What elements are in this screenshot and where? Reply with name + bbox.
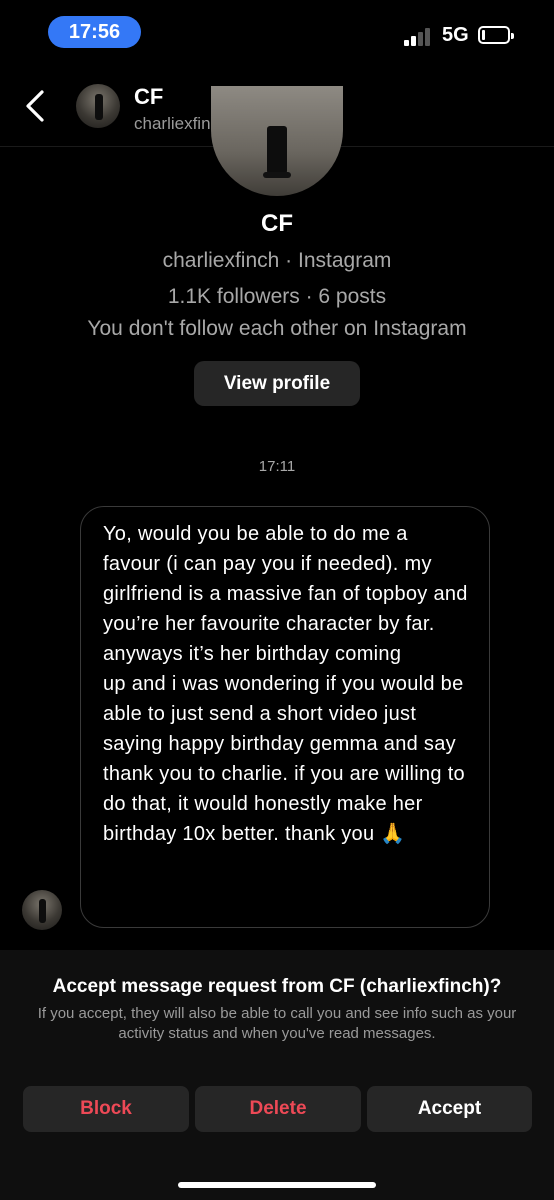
delete-button[interactable]: Delete [195, 1086, 361, 1132]
network-label: 5G [442, 24, 469, 46]
status-bar: 17:56 5G [0, 0, 554, 70]
sender-avatar[interactable] [22, 890, 62, 930]
message-text: Yo, would you be able to do me a favour … [103, 523, 468, 845]
request-title: Accept message request from CF (charliex… [52, 976, 502, 997]
request-description: If you accept, they will also be able to… [37, 1005, 517, 1042]
profile-username-line: charliexfinch · Instagram [162, 249, 392, 272]
accept-button[interactable]: Accept [367, 1086, 532, 1132]
message-bubble[interactable]: Yo, would you be able to do me a favour … [80, 506, 490, 928]
status-time[interactable]: 17:56 [48, 16, 141, 48]
profile-name: CF [261, 210, 293, 237]
profile-follow-status: You don't follow each other on Instagram [87, 317, 467, 340]
profile-stats-line: 1.1K followers · 6 posts [167, 285, 387, 308]
message-timestamp: 17:11 [258, 458, 296, 475]
back-chevron-icon[interactable] [22, 86, 52, 126]
profile-picture[interactable] [211, 86, 343, 196]
avatar[interactable] [76, 84, 120, 128]
battery-icon [478, 26, 514, 44]
header-name[interactable]: CF [134, 84, 163, 110]
home-indicator[interactable] [178, 1182, 376, 1188]
signal-icon [404, 26, 434, 46]
message-request-panel: Accept message request from CF (charliex… [0, 950, 554, 1200]
view-profile-button[interactable]: View profile [194, 361, 360, 406]
block-button[interactable]: Block [23, 1086, 189, 1132]
